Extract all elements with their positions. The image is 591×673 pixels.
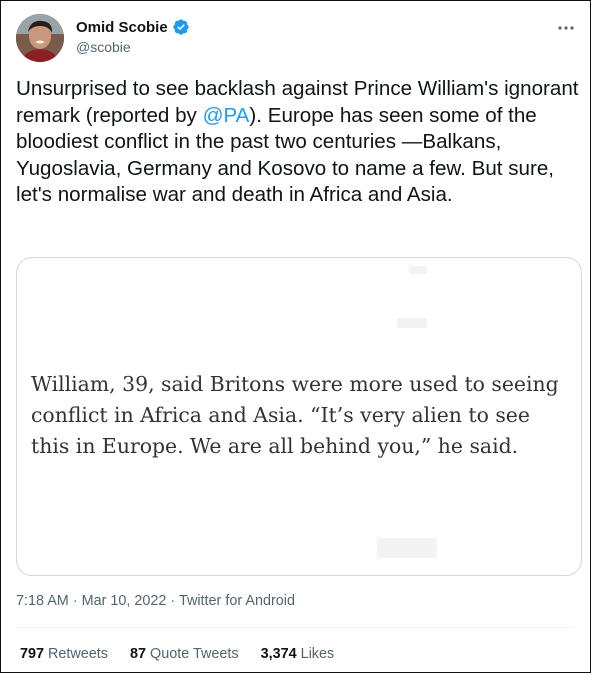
likes-stat[interactable]: 3,374 Likes [261, 646, 335, 662]
verified-badge-icon [172, 18, 190, 36]
avatar[interactable] [16, 14, 64, 62]
tweet-header: Omid Scobie @scobie [16, 14, 578, 62]
meta-separator: · [72, 593, 78, 609]
likes-label: Likes [300, 646, 335, 662]
image-artifact [397, 318, 427, 328]
likes-count: 3,374 [260, 646, 297, 662]
tweet-stats: 797 Retweets 87 Quote Tweets 3,374 Likes [20, 646, 334, 662]
tweet-text: Unsurprised to see backlash against Prin… [16, 76, 582, 209]
retweets-stat[interactable]: 797 Retweets [20, 646, 108, 662]
user-avatar-icon [16, 14, 64, 62]
quote-tweets-count: 87 [130, 646, 147, 662]
tweet-time-link[interactable]: 7:18 AM [16, 593, 69, 609]
more-dots-icon [558, 26, 574, 30]
retweets-label: Retweets [48, 646, 109, 662]
retweets-count: 797 [20, 646, 45, 662]
tweet-container: Omid Scobie @scobie Unsurprised to see b… [0, 0, 591, 673]
more-options-button[interactable] [554, 18, 578, 38]
author-handle[interactable]: @scobie [76, 39, 190, 55]
image-artifact [409, 266, 427, 274]
tweet-meta: 7:18 AM · Mar 10, 2022 · Twitter for And… [16, 593, 295, 609]
meta-separator: · [170, 593, 176, 609]
media-quote-text: William, 39, said Britons were more used… [31, 372, 559, 458]
author-display-name[interactable]: Omid Scobie [76, 19, 168, 36]
media-image[interactable]: William, 39, said Britons were more used… [16, 257, 582, 576]
mention-link[interactable]: @PA [203, 104, 250, 127]
tweet-date-link[interactable]: Mar 10, 2022 [82, 593, 167, 609]
quote-tweets-label: Quote Tweets [150, 646, 239, 662]
image-artifact [377, 538, 437, 558]
quote-tweets-stat[interactable]: 87 Quote Tweets [130, 646, 239, 662]
divider [16, 627, 575, 628]
tweet-source-link[interactable]: Twitter for Android [179, 593, 295, 609]
author-block: Omid Scobie @scobie [76, 17, 190, 55]
